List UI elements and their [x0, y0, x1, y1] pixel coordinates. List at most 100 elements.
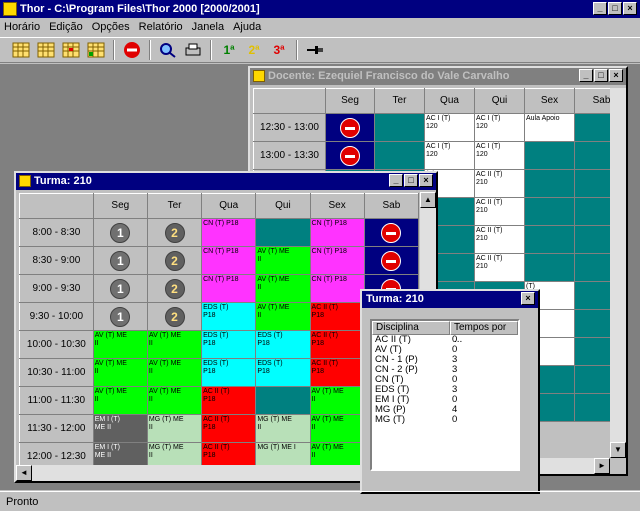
schedule-cell[interactable]: AV (T) ME II	[255, 274, 311, 303]
minimize-button[interactable]: _	[593, 2, 607, 15]
second-button[interactable]: 2ª	[243, 40, 265, 61]
schedule-cell[interactable]: AC II (T) P18	[309, 302, 365, 331]
schedule-cell[interactable]: 2	[146, 218, 203, 247]
schedule-cell[interactable]	[363, 218, 420, 247]
schedule-cell[interactable]: AV (T) ME II	[255, 302, 311, 331]
schedule-cell[interactable]	[255, 386, 311, 415]
schedule-cell[interactable]	[374, 141, 425, 170]
schedule-cell[interactable]: AV (T) ME II	[146, 330, 203, 359]
schedule-cell[interactable]: 2	[146, 302, 203, 331]
schedule-cell[interactable]: CN (T) P18	[309, 218, 365, 247]
schedule-cell[interactable]: 2	[146, 246, 203, 275]
schedule-cell[interactable]: 2	[146, 274, 203, 303]
grid-icon-1[interactable]	[10, 40, 32, 61]
schedule-cell[interactable]	[325, 141, 375, 170]
disciplina-list[interactable]: Disciplina Tempos por ... AC II (T) 0 AV (…	[370, 319, 520, 471]
schedule-cell[interactable]: AC I (T) 120	[424, 141, 475, 170]
schedule-cell[interactable]: AC II (T) 210	[474, 253, 525, 282]
schedule-cell[interactable]: AC I (T) 120	[474, 113, 525, 142]
schedule-cell[interactable]: AC II (T) 210	[474, 169, 525, 198]
maximize-button[interactable]: □	[404, 174, 418, 187]
grid-icon-2[interactable]	[35, 40, 57, 61]
menu-ajuda[interactable]: Ajuda	[233, 21, 261, 33]
schedule-cell[interactable]	[255, 218, 311, 247]
schedule-cell[interactable]: AV (T) ME II	[309, 414, 365, 443]
schedule-cell[interactable]: AV (T) ME II	[255, 246, 311, 275]
maximize-button[interactable]: □	[594, 69, 608, 82]
close-button[interactable]: ×	[521, 292, 535, 305]
column-header-tempos[interactable]: Tempos por ...	[450, 321, 518, 345]
schedule-cell[interactable]: EDS (T) P18	[201, 302, 257, 331]
schedule-cell[interactable]: AC II (T) 210	[474, 225, 525, 254]
scroll-right-button[interactable]: ►	[594, 458, 610, 474]
grid-icon-4[interactable]	[85, 40, 107, 61]
schedule-cell[interactable]: 1	[92, 274, 148, 303]
minimize-button[interactable]: _	[579, 69, 593, 82]
app-title-bar[interactable]: Thor - C:\Program Files\Thor 2000 [2000/…	[0, 0, 640, 18]
schedule-cell[interactable]: EDS (T) P18	[201, 358, 257, 387]
turma-list-window[interactable]: Turma: 210 × Disciplina Tempos por ... A…	[360, 289, 540, 494]
schedule-cell[interactable]: EDS (T) P18	[201, 330, 257, 359]
schedule-cell[interactable]: CN (T) P18	[201, 274, 257, 303]
third-button[interactable]: 3ª	[268, 40, 290, 61]
list-item[interactable]: MG (T) 0	[372, 415, 518, 425]
schedule-cell[interactable]	[524, 141, 575, 170]
schedule-cell[interactable]: AC I (T) 120	[474, 141, 525, 170]
schedule-cell[interactable]: MG (T) ME II	[255, 414, 311, 443]
scroll-up-button[interactable]: ▲	[420, 192, 436, 208]
time-cell[interactable]: 9:30 - 10:00	[19, 302, 94, 331]
time-cell[interactable]: 8:30 - 9:00	[19, 246, 94, 275]
time-cell[interactable]: 13:00 - 13:30	[253, 141, 326, 170]
schedule-cell[interactable]	[524, 169, 575, 198]
schedule-cell[interactable]: 1	[92, 302, 148, 331]
time-cell[interactable]: 9:00 - 9:30	[19, 274, 94, 303]
schedule-cell[interactable]: CN (T) P18	[309, 246, 365, 275]
schedule-cell[interactable]: AV (T) ME II	[92, 358, 148, 387]
search-icon[interactable]	[157, 40, 179, 61]
schedule-cell[interactable]: AV (T) ME II	[309, 386, 365, 415]
schedule-cell[interactable]: AV (T) ME II	[146, 358, 203, 387]
schedule-cell[interactable]: AC II (T) 210	[474, 197, 525, 226]
schedule-cell[interactable]: CN (T) P18	[309, 274, 365, 303]
schedule-cell[interactable]	[524, 197, 575, 226]
maximize-button[interactable]: □	[608, 2, 622, 15]
time-cell[interactable]: 8:00 - 8:30	[19, 218, 94, 247]
close-button[interactable]: ×	[623, 2, 637, 15]
first-button[interactable]: 1ª	[218, 40, 240, 61]
docente-title-bar[interactable]: Docente: Ezequiel Francisco do Vale Carv…	[250, 68, 626, 85]
time-cell[interactable]: 10:00 - 10:30	[19, 330, 94, 359]
close-button[interactable]: ×	[419, 174, 433, 187]
schedule-cell[interactable]: AV (T) ME II	[92, 330, 148, 359]
grid-icon-3[interactable]	[60, 40, 82, 61]
minimize-button[interactable]: _	[389, 174, 403, 187]
schedule-cell[interactable]: Aula Apoio	[524, 113, 575, 142]
schedule-cell[interactable]: MG (T) ME II	[146, 414, 203, 443]
turma-list-title-bar[interactable]: Turma: 210 ×	[362, 291, 538, 308]
schedule-cell[interactable]: EDS (T) P18	[255, 330, 311, 359]
scroll-left-button[interactable]: ◄	[16, 465, 32, 481]
schedule-cell[interactable]: CN (T) P18	[201, 246, 257, 275]
schedule-cell[interactable]	[524, 253, 575, 282]
time-cell[interactable]: 11:00 - 11:30	[19, 386, 94, 415]
close-button[interactable]: ×	[609, 69, 623, 82]
docente-vertical-scrollbar[interactable]: ▼	[610, 88, 626, 458]
column-header-disciplina[interactable]: Disciplina	[372, 321, 450, 335]
time-cell[interactable]: 10:30 - 11:00	[19, 358, 94, 387]
schedule-cell[interactable]: CN (T) P18	[201, 218, 257, 247]
schedule-cell[interactable]: 1	[92, 218, 148, 247]
pin-icon[interactable]	[304, 40, 326, 61]
no-entry-icon[interactable]	[121, 40, 143, 61]
schedule-cell[interactable]	[374, 113, 425, 142]
menu-opcoes[interactable]: Opções	[92, 21, 130, 33]
time-cell[interactable]: 11:30 - 12:00	[19, 414, 94, 443]
schedule-cell[interactable]: AC II (T) P18	[201, 386, 257, 415]
menu-edicao[interactable]: Edição	[49, 21, 83, 33]
schedule-cell[interactable]: AC II (T) P18	[201, 414, 257, 443]
menu-horario[interactable]: Horário	[4, 21, 40, 33]
schedule-cell[interactable]: AC II (T) P18	[309, 330, 365, 359]
schedule-cell[interactable]	[363, 246, 420, 275]
schedule-cell[interactable]	[524, 225, 575, 254]
schedule-cell[interactable]: EM I (T) ME II	[92, 414, 148, 443]
menu-janela[interactable]: Janela	[192, 21, 224, 33]
scroll-down-button[interactable]: ▼	[610, 442, 626, 458]
